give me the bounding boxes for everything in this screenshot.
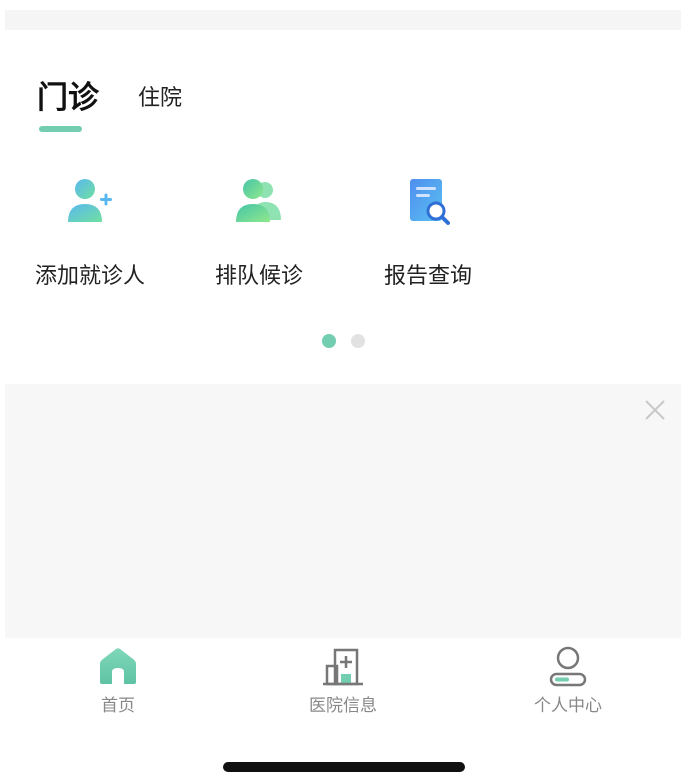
home-indicator: [223, 762, 465, 772]
tab-inpatient[interactable]: 住院: [138, 80, 182, 112]
bottom-nav: 首页 医院信息 个人中心: [0, 638, 685, 728]
nav-profile[interactable]: 个人中心: [488, 644, 648, 716]
profile-icon: [546, 644, 590, 688]
queue-label: 排队候诊: [214, 264, 303, 289]
add-patient-button[interactable]: 添加就诊人: [20, 176, 160, 290]
carousel-dot[interactable]: [351, 334, 365, 348]
nav-home[interactable]: 首页: [38, 644, 198, 716]
tab-outpatient[interactable]: 门诊: [37, 72, 99, 117]
report-query-label: 报告查询: [383, 264, 472, 289]
nav-profile-label: 个人中心: [534, 696, 602, 716]
close-icon[interactable]: [643, 398, 667, 422]
add-user-icon: [64, 176, 116, 228]
add-patient-label: 添加就诊人: [34, 264, 145, 289]
queue-users-icon: [233, 176, 285, 228]
active-tab-indicator: [39, 126, 82, 132]
carousel-dot-active[interactable]: [322, 334, 336, 348]
nav-hospital-info[interactable]: 医院信息: [263, 644, 423, 716]
report-query-button[interactable]: 报告查询: [358, 176, 498, 290]
queue-button[interactable]: 排队候诊: [189, 176, 329, 290]
nav-hospital-info-label: 医院信息: [309, 696, 377, 716]
banner-ad[interactable]: [5, 384, 681, 638]
report-search-icon: [402, 176, 454, 228]
nav-home-label: 首页: [101, 696, 135, 716]
top-strip: [5, 10, 681, 30]
home-icon: [96, 644, 140, 688]
hospital-icon: [321, 644, 365, 688]
